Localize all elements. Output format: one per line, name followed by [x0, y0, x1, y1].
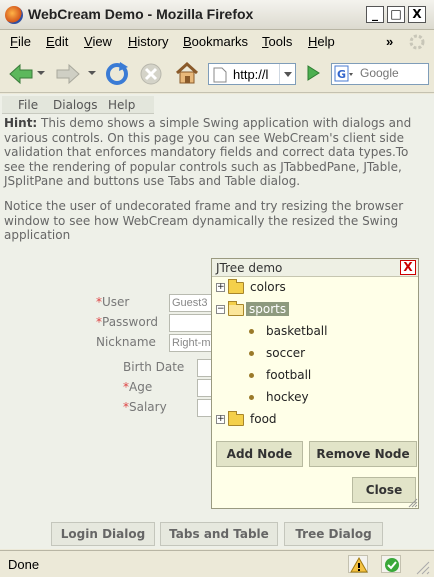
- url-text[interactable]: http://l: [233, 67, 268, 82]
- dialog-close-icon[interactable]: X: [400, 260, 416, 275]
- password-input[interactable]: [169, 314, 217, 332]
- nickname-label: Nickname: [96, 335, 156, 349]
- user-label-text: User: [102, 295, 130, 309]
- folder-closed-icon: [228, 411, 244, 426]
- leaf-icon: [249, 351, 254, 356]
- tree-node-label: sports: [246, 302, 290, 316]
- app-menubar: File Dialogs Help: [2, 96, 154, 114]
- leaf-icon: [249, 329, 254, 334]
- status-bar: Done: [0, 550, 434, 577]
- menu-edit[interactable]: Edit: [46, 34, 68, 49]
- user-label: *User: [96, 295, 129, 309]
- note-text: Notice the user of undecorated frame and…: [4, 199, 404, 242]
- leaf-icon: [249, 395, 254, 400]
- jtree-dialog: JTree demo X + colors − sports basketbal…: [211, 258, 419, 509]
- url-bar[interactable]: http://l: [208, 63, 296, 85]
- warning-icon[interactable]: [348, 555, 368, 573]
- dialog-title: JTree demo: [216, 261, 283, 275]
- menu-bookmarks[interactable]: Bookmarks: [183, 34, 248, 49]
- app-menu-help[interactable]: Help: [108, 98, 135, 112]
- search-input[interactable]: [360, 66, 416, 80]
- back-arrow-icon[interactable]: [8, 63, 34, 85]
- birth-date-label: Birth Date: [123, 360, 185, 374]
- hint-body: This demo shows a simple Swing applicati…: [4, 116, 412, 188]
- salary-label: *Salary: [123, 400, 167, 414]
- dialog-titlebar[interactable]: JTree demo X: [212, 259, 418, 277]
- expand-colors-toggle[interactable]: +: [216, 283, 225, 292]
- google-engine-icon[interactable]: G: [334, 65, 354, 83]
- maximize-button[interactable]: □: [387, 6, 405, 23]
- leaf-icon: [249, 373, 254, 378]
- folder-open-icon: [228, 301, 244, 316]
- salary-label-text: Salary: [129, 400, 167, 414]
- reload-icon[interactable]: [104, 61, 130, 87]
- svg-text:G: G: [337, 68, 346, 81]
- throbber-gear-icon: [409, 34, 425, 50]
- tree-node-label: colors: [250, 280, 286, 294]
- hint-text: Hint: This demo shows a simple Swing app…: [4, 116, 430, 189]
- menu-history[interactable]: History: [128, 34, 168, 49]
- nickname-input[interactable]: Right-mo: [169, 334, 217, 352]
- close-window-button[interactable]: X: [408, 6, 426, 23]
- age-label-text: Age: [129, 380, 153, 394]
- menu-view[interactable]: View: [84, 34, 112, 49]
- tree-node-label: football: [266, 368, 312, 382]
- expand-food-toggle[interactable]: +: [216, 415, 225, 424]
- tree-dialog-button[interactable]: Tree Dialog: [284, 522, 383, 546]
- menu-help[interactable]: Help: [308, 34, 335, 49]
- page-icon: [213, 67, 227, 83]
- app-menu-dialogs[interactable]: Dialogs: [53, 98, 97, 112]
- collapse-sports-toggle[interactable]: −: [216, 305, 225, 314]
- forward-history-chevron-icon[interactable]: [88, 69, 96, 77]
- browser-menubar: File Edit View History Bookmarks Tools H…: [0, 31, 434, 53]
- password-label: *Password: [96, 315, 158, 329]
- back-history-chevron-icon[interactable]: [37, 69, 45, 77]
- resize-grip-icon[interactable]: [408, 498, 418, 508]
- firefox-icon: [5, 6, 23, 24]
- stop-icon[interactable]: [139, 62, 163, 86]
- search-box[interactable]: G: [331, 63, 429, 85]
- password-label-text: Password: [102, 315, 159, 329]
- age-label: *Age: [123, 380, 152, 394]
- checkmark-icon[interactable]: [381, 555, 401, 573]
- menu-tools[interactable]: Tools: [262, 34, 292, 49]
- minimize-button[interactable]: _: [366, 6, 384, 23]
- forward-arrow-icon[interactable]: [55, 63, 81, 85]
- add-node-button[interactable]: Add Node: [216, 441, 303, 467]
- url-dropdown-icon[interactable]: [279, 64, 295, 84]
- tree-node-label: basketball: [266, 324, 328, 338]
- window-title: WebCream Demo - Mozilla Firefox: [28, 6, 254, 22]
- user-input[interactable]: Guest3: [169, 294, 217, 312]
- remove-node-button[interactable]: Remove Node: [309, 441, 417, 467]
- hint-label: Hint:: [4, 116, 38, 130]
- tree-node-label: hockey: [266, 390, 309, 404]
- login-dialog-button[interactable]: Login Dialog: [51, 522, 155, 546]
- status-text: Done: [8, 557, 40, 572]
- tree-node-label: food: [250, 412, 277, 426]
- app-menu-file[interactable]: File: [18, 98, 38, 112]
- home-icon[interactable]: [174, 61, 200, 85]
- folder-closed-icon: [228, 279, 244, 294]
- tree-node-label: soccer: [266, 346, 306, 360]
- menu-overflow-chevron[interactable]: »: [386, 34, 393, 49]
- go-arrow-icon[interactable]: [305, 64, 321, 82]
- close-dialog-button[interactable]: Close: [352, 477, 416, 503]
- menu-file[interactable]: File: [10, 34, 31, 49]
- window-titlebar: WebCream Demo - Mozilla Firefox _ □ X: [0, 0, 434, 30]
- status-resize-grip-icon: [412, 557, 430, 575]
- tabs-and-table-button[interactable]: Tabs and Table: [160, 522, 278, 546]
